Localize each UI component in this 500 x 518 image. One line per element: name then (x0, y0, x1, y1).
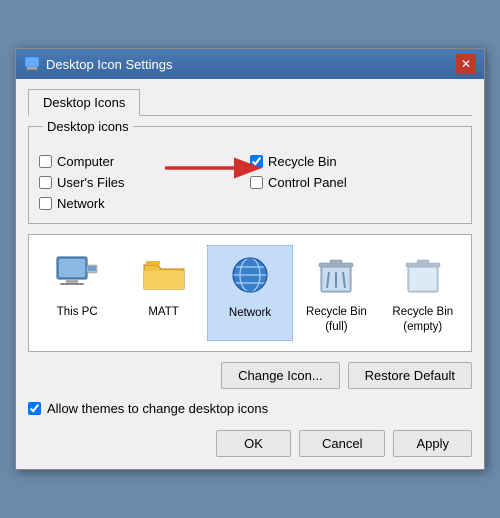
ok-button[interactable]: OK (216, 430, 291, 457)
dialog-title: Desktop Icon Settings (46, 57, 172, 72)
desktop-icon-thispc[interactable]: This PC (34, 245, 120, 341)
checkbox-recyclebin-text: Recycle Bin (268, 154, 337, 169)
checkbox-computer-text: Computer (57, 154, 114, 169)
desktop-icons-group: Desktop icons Computer User's Files Netw… (28, 126, 472, 224)
allow-themes-checkbox[interactable] (28, 402, 41, 415)
recyclebin-empty-icon (399, 251, 447, 299)
checkbox-recyclebin[interactable] (250, 155, 263, 168)
thispc-icon (53, 251, 101, 299)
close-button[interactable]: ✕ (456, 54, 476, 74)
allow-themes-label[interactable]: Allow themes to change desktop icons (47, 401, 268, 416)
window-body: Desktop Icons Desktop icons Computer Use… (16, 79, 484, 469)
network-label: Network (229, 306, 271, 321)
title-bar-left: Desktop Icon Settings (24, 56, 172, 72)
checkbox-userfiles-text: User's Files (57, 175, 125, 190)
checkbox-computer[interactable] (39, 155, 52, 168)
checkbox-controlpanel[interactable] (250, 176, 263, 189)
checkbox-userfiles[interactable] (39, 176, 52, 189)
desktop-icon-matt[interactable]: MATT (120, 245, 206, 341)
checkbox-userfiles-label[interactable]: User's Files (39, 175, 250, 190)
network-icon (226, 252, 274, 300)
restore-default-button[interactable]: Restore Default (348, 362, 472, 389)
checkbox-network-label[interactable]: Network (39, 196, 250, 211)
checkbox-controlpanel-label[interactable]: Control Panel (250, 175, 461, 190)
desktop-icon-recyclebin-full[interactable]: Recycle Bin(full) (293, 245, 379, 341)
cancel-button[interactable]: Cancel (299, 430, 385, 457)
recyclebin-full-icon (312, 251, 360, 299)
recyclebin-full-label: Recycle Bin(full) (306, 305, 367, 335)
checkbox-controlpanel-text: Control Panel (268, 175, 347, 190)
tab-desktop-icons[interactable]: Desktop Icons (28, 89, 140, 116)
footer-buttons: OK Cancel Apply (28, 430, 472, 457)
tab-bar: Desktop Icons (28, 89, 472, 116)
checkbox-network[interactable] (39, 197, 52, 210)
recyclebin-empty-label: Recycle Bin(empty) (392, 305, 453, 335)
matt-icon (140, 251, 188, 299)
dialog-window: Desktop Icon Settings ✕ Desktop Icons De… (15, 48, 485, 470)
group-label: Desktop icons (43, 119, 133, 134)
icon-area: This PC MATT (28, 234, 472, 352)
thispc-label: This PC (57, 305, 98, 320)
icon-buttons-row: Change Icon... Restore Default (28, 362, 472, 389)
change-icon-button[interactable]: Change Icon... (221, 362, 340, 389)
matt-label: MATT (148, 305, 178, 320)
desktop-icon-network[interactable]: Network (207, 245, 293, 341)
title-bar: Desktop Icon Settings ✕ (16, 49, 484, 79)
checkbox-recyclebin-label[interactable]: Recycle Bin (250, 154, 461, 169)
checkbox-computer-label[interactable]: Computer (39, 154, 250, 169)
desktop-icon-recyclebin-empty[interactable]: Recycle Bin(empty) (380, 245, 466, 341)
checkbox-network-text: Network (57, 196, 105, 211)
window-icon (24, 56, 40, 72)
allow-themes-row: Allow themes to change desktop icons (28, 401, 472, 416)
apply-button[interactable]: Apply (393, 430, 472, 457)
